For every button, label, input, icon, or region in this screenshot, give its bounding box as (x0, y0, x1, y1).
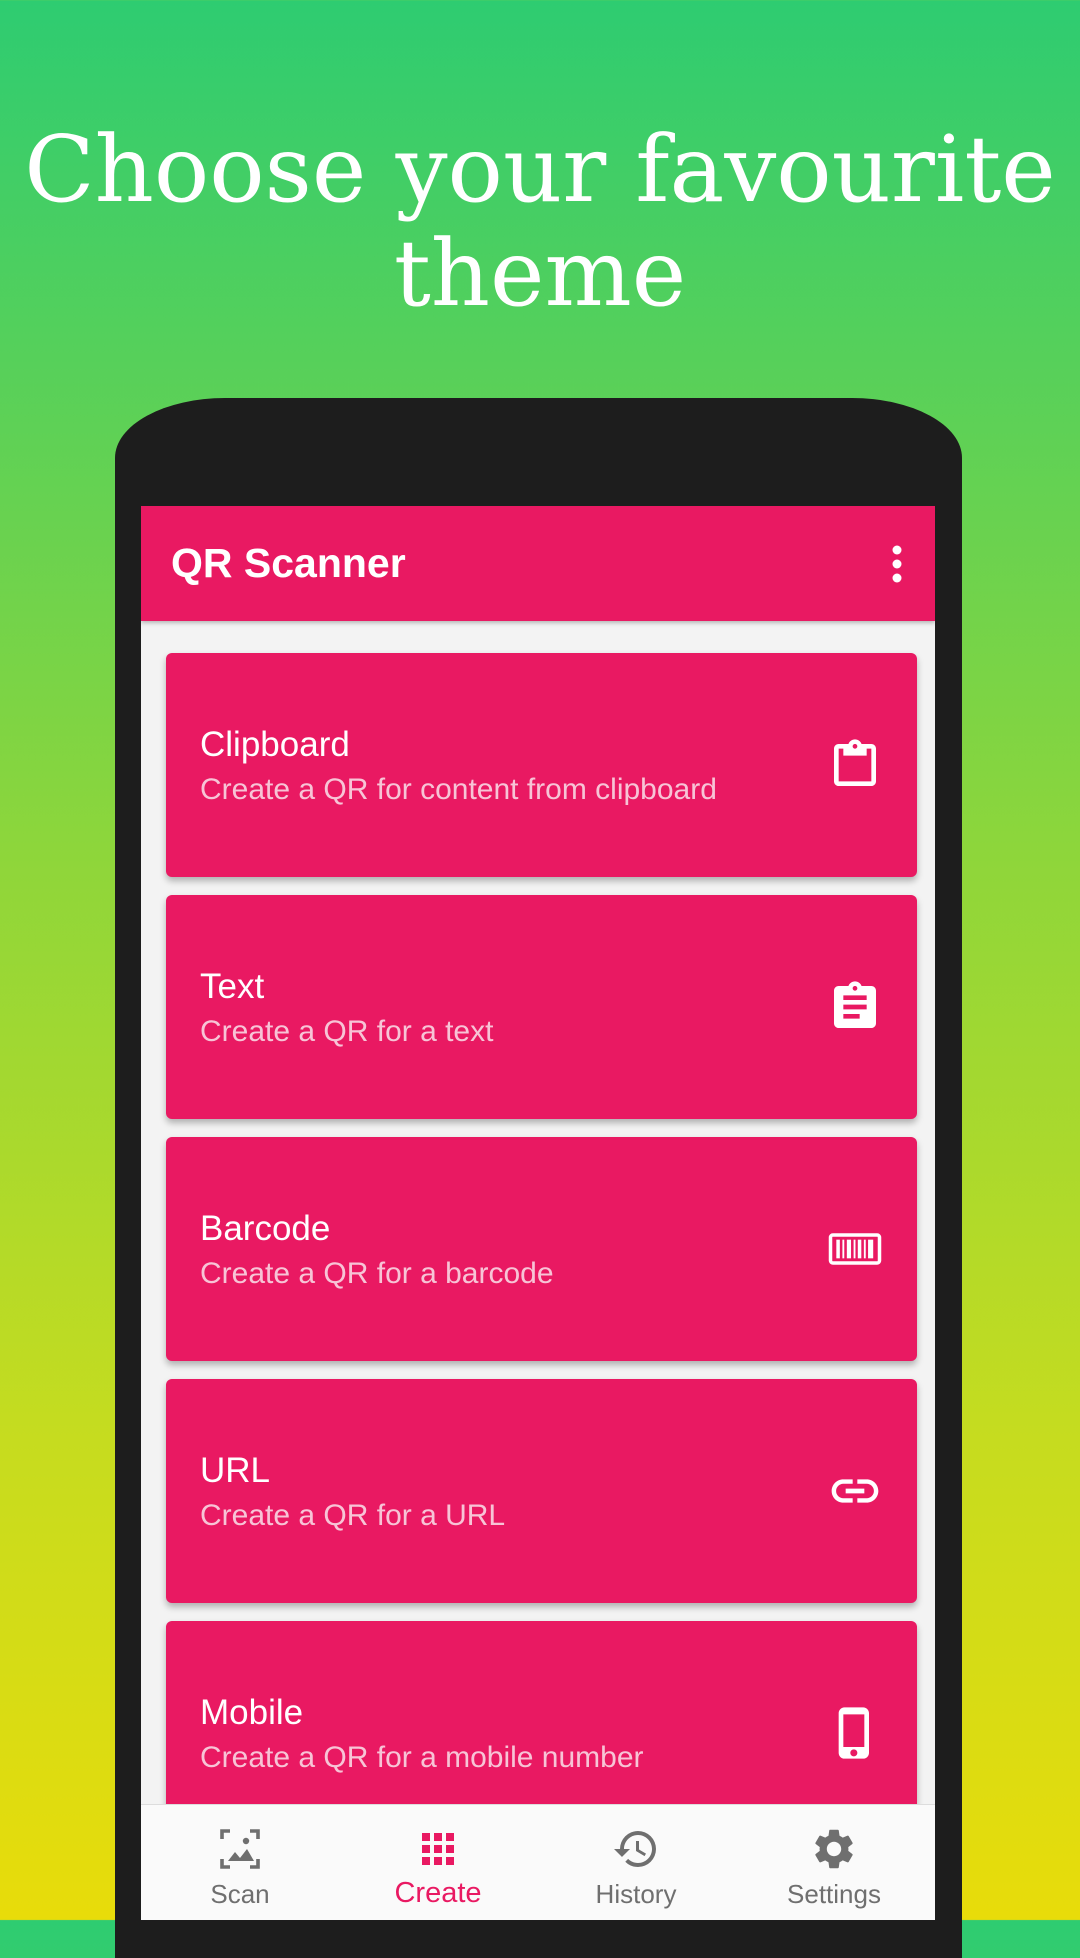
card-title: Text (200, 967, 265, 1006)
promo-headline: Choose your favourite theme (0, 118, 1080, 326)
nav-history[interactable]: History (537, 1805, 735, 1920)
card-title: Mobile (200, 1693, 304, 1732)
app-bar: QR Scanner (141, 506, 935, 621)
text-document-icon (827, 979, 883, 1035)
card-text[interactable]: Text Create a QR for a text (166, 895, 917, 1119)
nav-label: Scan (210, 1879, 270, 1909)
nav-create[interactable]: Create (339, 1805, 537, 1920)
card-subtitle: Create a QR for a barcode (200, 1257, 554, 1290)
card-title: URL (200, 1451, 271, 1490)
gear-icon (810, 1825, 858, 1873)
card-title: Barcode (200, 1209, 331, 1248)
card-clipboard[interactable]: Clipboard Create a QR for content from c… (166, 653, 917, 877)
nav-scan[interactable]: Scan (141, 1805, 339, 1920)
grid-icon (414, 1825, 462, 1873)
card-url[interactable]: URL Create a QR for a URL (166, 1379, 917, 1603)
link-icon (827, 1463, 883, 1519)
image-scan-icon (216, 1825, 264, 1873)
clipboard-icon (827, 737, 883, 793)
card-subtitle: Create a QR for a mobile number (200, 1741, 644, 1774)
nav-label: Settings (787, 1879, 881, 1909)
bottom-navigation: Scan Create History Settings (141, 1804, 935, 1920)
card-subtitle: Create a QR for a URL (200, 1499, 506, 1532)
more-vert-icon[interactable] (879, 540, 915, 588)
headline-line-2: theme (393, 220, 687, 327)
app-title: QR Scanner (171, 540, 406, 586)
headline-line-1: Choose your favourite (24, 116, 1056, 223)
phone-icon (827, 1705, 883, 1761)
card-subtitle: Create a QR for content from clipboard (200, 773, 717, 806)
history-icon (612, 1825, 660, 1873)
nav-label: Create (394, 1877, 482, 1909)
barcode-icon (827, 1221, 883, 1277)
card-title: Clipboard (200, 725, 350, 764)
create-options-list: Clipboard Create a QR for content from c… (166, 653, 917, 1863)
nav-label: History (595, 1879, 677, 1909)
card-subtitle: Create a QR for a text (200, 1015, 494, 1048)
nav-settings[interactable]: Settings (735, 1805, 933, 1920)
app-screen: QR Scanner Clipboard Create a QR for con… (141, 506, 935, 1920)
card-barcode[interactable]: Barcode Create a QR for a barcode (166, 1137, 917, 1361)
